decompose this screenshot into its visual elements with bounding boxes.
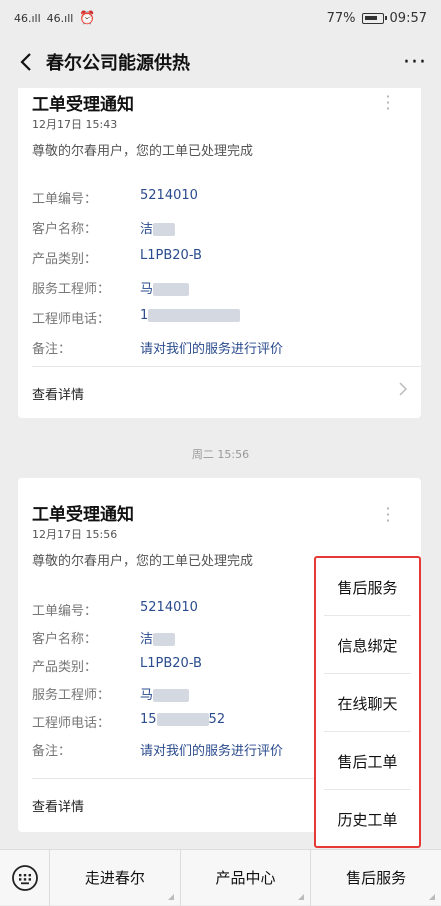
status-right: 77% 09:57 xyxy=(327,11,427,26)
field-label: 备注： xyxy=(32,744,72,759)
keyboard-icon xyxy=(11,864,38,891)
notification-card-1: 工单受理通知 12月17日 15:43 · · · 尊敬的尔春用户，您的工单已处理完… xyxy=(18,88,421,418)
chevron-right-icon[interactable] xyxy=(399,382,408,400)
card-description: 尊敬的尔春用户，您的工单已处理完成 xyxy=(32,144,254,159)
field-value: 洁 xyxy=(140,628,176,647)
menu-after-sales[interactable]: 售后服务 xyxy=(311,850,441,906)
battery-icon xyxy=(361,12,387,24)
clock: 09:57 xyxy=(389,10,427,26)
field-row-engineer: 服务工程师： 马 xyxy=(32,684,190,703)
submenu-indicator-icon xyxy=(298,893,305,900)
field-row-engineer: 服务工程师： 马 xyxy=(32,278,190,297)
rate-service-link[interactable]: 请对我们的服务进行评价 xyxy=(140,740,283,759)
menu-label: 产品中心 xyxy=(215,869,276,887)
card-title: 工单受理通知 xyxy=(32,95,134,115)
field-value: 5214010 xyxy=(140,188,198,203)
page-title: 春尔公司能源供热 xyxy=(46,53,190,74)
menu-label: 售后服务 xyxy=(346,869,407,887)
status-bar: 46.ıll 46.ıll ⏰ 77% 09:57 xyxy=(0,0,441,36)
keyboard-toggle-button[interactable] xyxy=(0,849,50,906)
view-details-link[interactable]: 查看详情 xyxy=(32,796,84,815)
field-label: 工程师电话： xyxy=(32,716,111,731)
field-label: 工程师电话： xyxy=(32,312,111,327)
field-label: 客户名称： xyxy=(32,222,98,237)
field-label: 工单编号： xyxy=(32,604,98,619)
field-row-phone: 工程师电话： 1 xyxy=(32,308,241,327)
field-row-remark: 备注： 请对我们的服务进行评价 xyxy=(32,338,283,357)
field-value: 5214010 xyxy=(140,600,198,615)
field-value: L1PB20-B xyxy=(140,656,202,671)
battery-percent: 77% xyxy=(326,10,356,26)
field-value: L1PB20-B xyxy=(140,248,202,263)
field-value: 15 52 xyxy=(140,712,226,727)
field-label: 工单编号： xyxy=(32,192,98,207)
submenu-indicator-icon xyxy=(429,893,436,900)
kebab-menu-icon[interactable]: · · · xyxy=(385,89,391,117)
card-description: 尊敬的尔春用户，您的工单已处理完成 xyxy=(32,554,254,569)
rate-service-link[interactable]: 请对我们的服务进行评价 xyxy=(140,338,283,357)
popup-item-online-chat[interactable]: 在线聊天 xyxy=(316,674,419,732)
bottom-menu-bar: 走进春尔 产品中心 售后服务 xyxy=(0,849,441,906)
menu-about-chuner[interactable]: 走进春尔 xyxy=(50,849,181,906)
field-row-customer: 客户名称： 洁 xyxy=(32,218,176,237)
card-date: 12月17日 15:56 xyxy=(32,528,118,541)
field-label: 服务工程师： xyxy=(32,688,111,703)
field-label: 备注： xyxy=(32,342,72,357)
signal-icon: 46.ıll xyxy=(14,11,41,25)
field-value: 马 xyxy=(140,684,190,703)
signal-icon-2: 46.ıll xyxy=(46,11,74,25)
view-details-link[interactable]: 查看详情 xyxy=(32,384,84,403)
more-icon[interactable]: ··· xyxy=(403,50,427,75)
field-value: 洁 xyxy=(140,218,176,237)
divider xyxy=(32,366,421,367)
back-arrow-icon[interactable] xyxy=(14,50,38,74)
field-row-phone: 工程师电话： 15 52 xyxy=(32,712,225,731)
nav-bar: 春尔公司能源供热 ··· xyxy=(0,36,441,88)
field-value: 1 xyxy=(140,308,241,327)
field-row-remark: 备注： 请对我们的服务进行评价 xyxy=(32,740,283,759)
status-left: 46.ıll 46.ıll ⏰ xyxy=(14,11,96,26)
alarm-icon: ⏰ xyxy=(79,10,96,26)
field-row-customer: 客户名称： 洁 xyxy=(32,628,176,647)
popup-item-work-order[interactable]: 售后工单 xyxy=(316,732,419,790)
popup-item-history-orders[interactable]: 历史工单 xyxy=(316,790,419,848)
card-date: 12月17日 15:43 xyxy=(32,118,118,131)
field-label: 产品类别： xyxy=(32,660,98,675)
field-row-product: 产品类别： L1PB20-B xyxy=(32,656,202,675)
menu-product-center[interactable]: 产品中心 xyxy=(181,849,312,906)
timestamp-separator: 周二 15:56 xyxy=(191,448,250,461)
menu-label: 走进春尔 xyxy=(84,869,145,887)
card-title: 工单受理通知 xyxy=(32,505,134,525)
field-row-product: 产品类别： L1PB20-B xyxy=(32,248,202,267)
field-value: 马 xyxy=(140,278,190,297)
field-label: 产品类别： xyxy=(32,252,98,267)
field-row-order-no: 工单编号： 5214010 xyxy=(32,600,198,619)
submenu-indicator-icon xyxy=(167,893,174,900)
field-row-order-no: 工单编号： 5214010 xyxy=(32,188,198,207)
popup-item-after-sales[interactable]: 售后服务 xyxy=(316,558,419,616)
service-popup-menu: 售后服务 信息绑定 在线聊天 售后工单 历史工单 xyxy=(314,556,421,848)
kebab-menu-icon[interactable]: · · · xyxy=(385,501,391,529)
field-label: 服务工程师： xyxy=(32,282,111,297)
field-label: 客户名称： xyxy=(32,632,98,647)
popup-item-bind-info[interactable]: 信息绑定 xyxy=(316,616,419,674)
